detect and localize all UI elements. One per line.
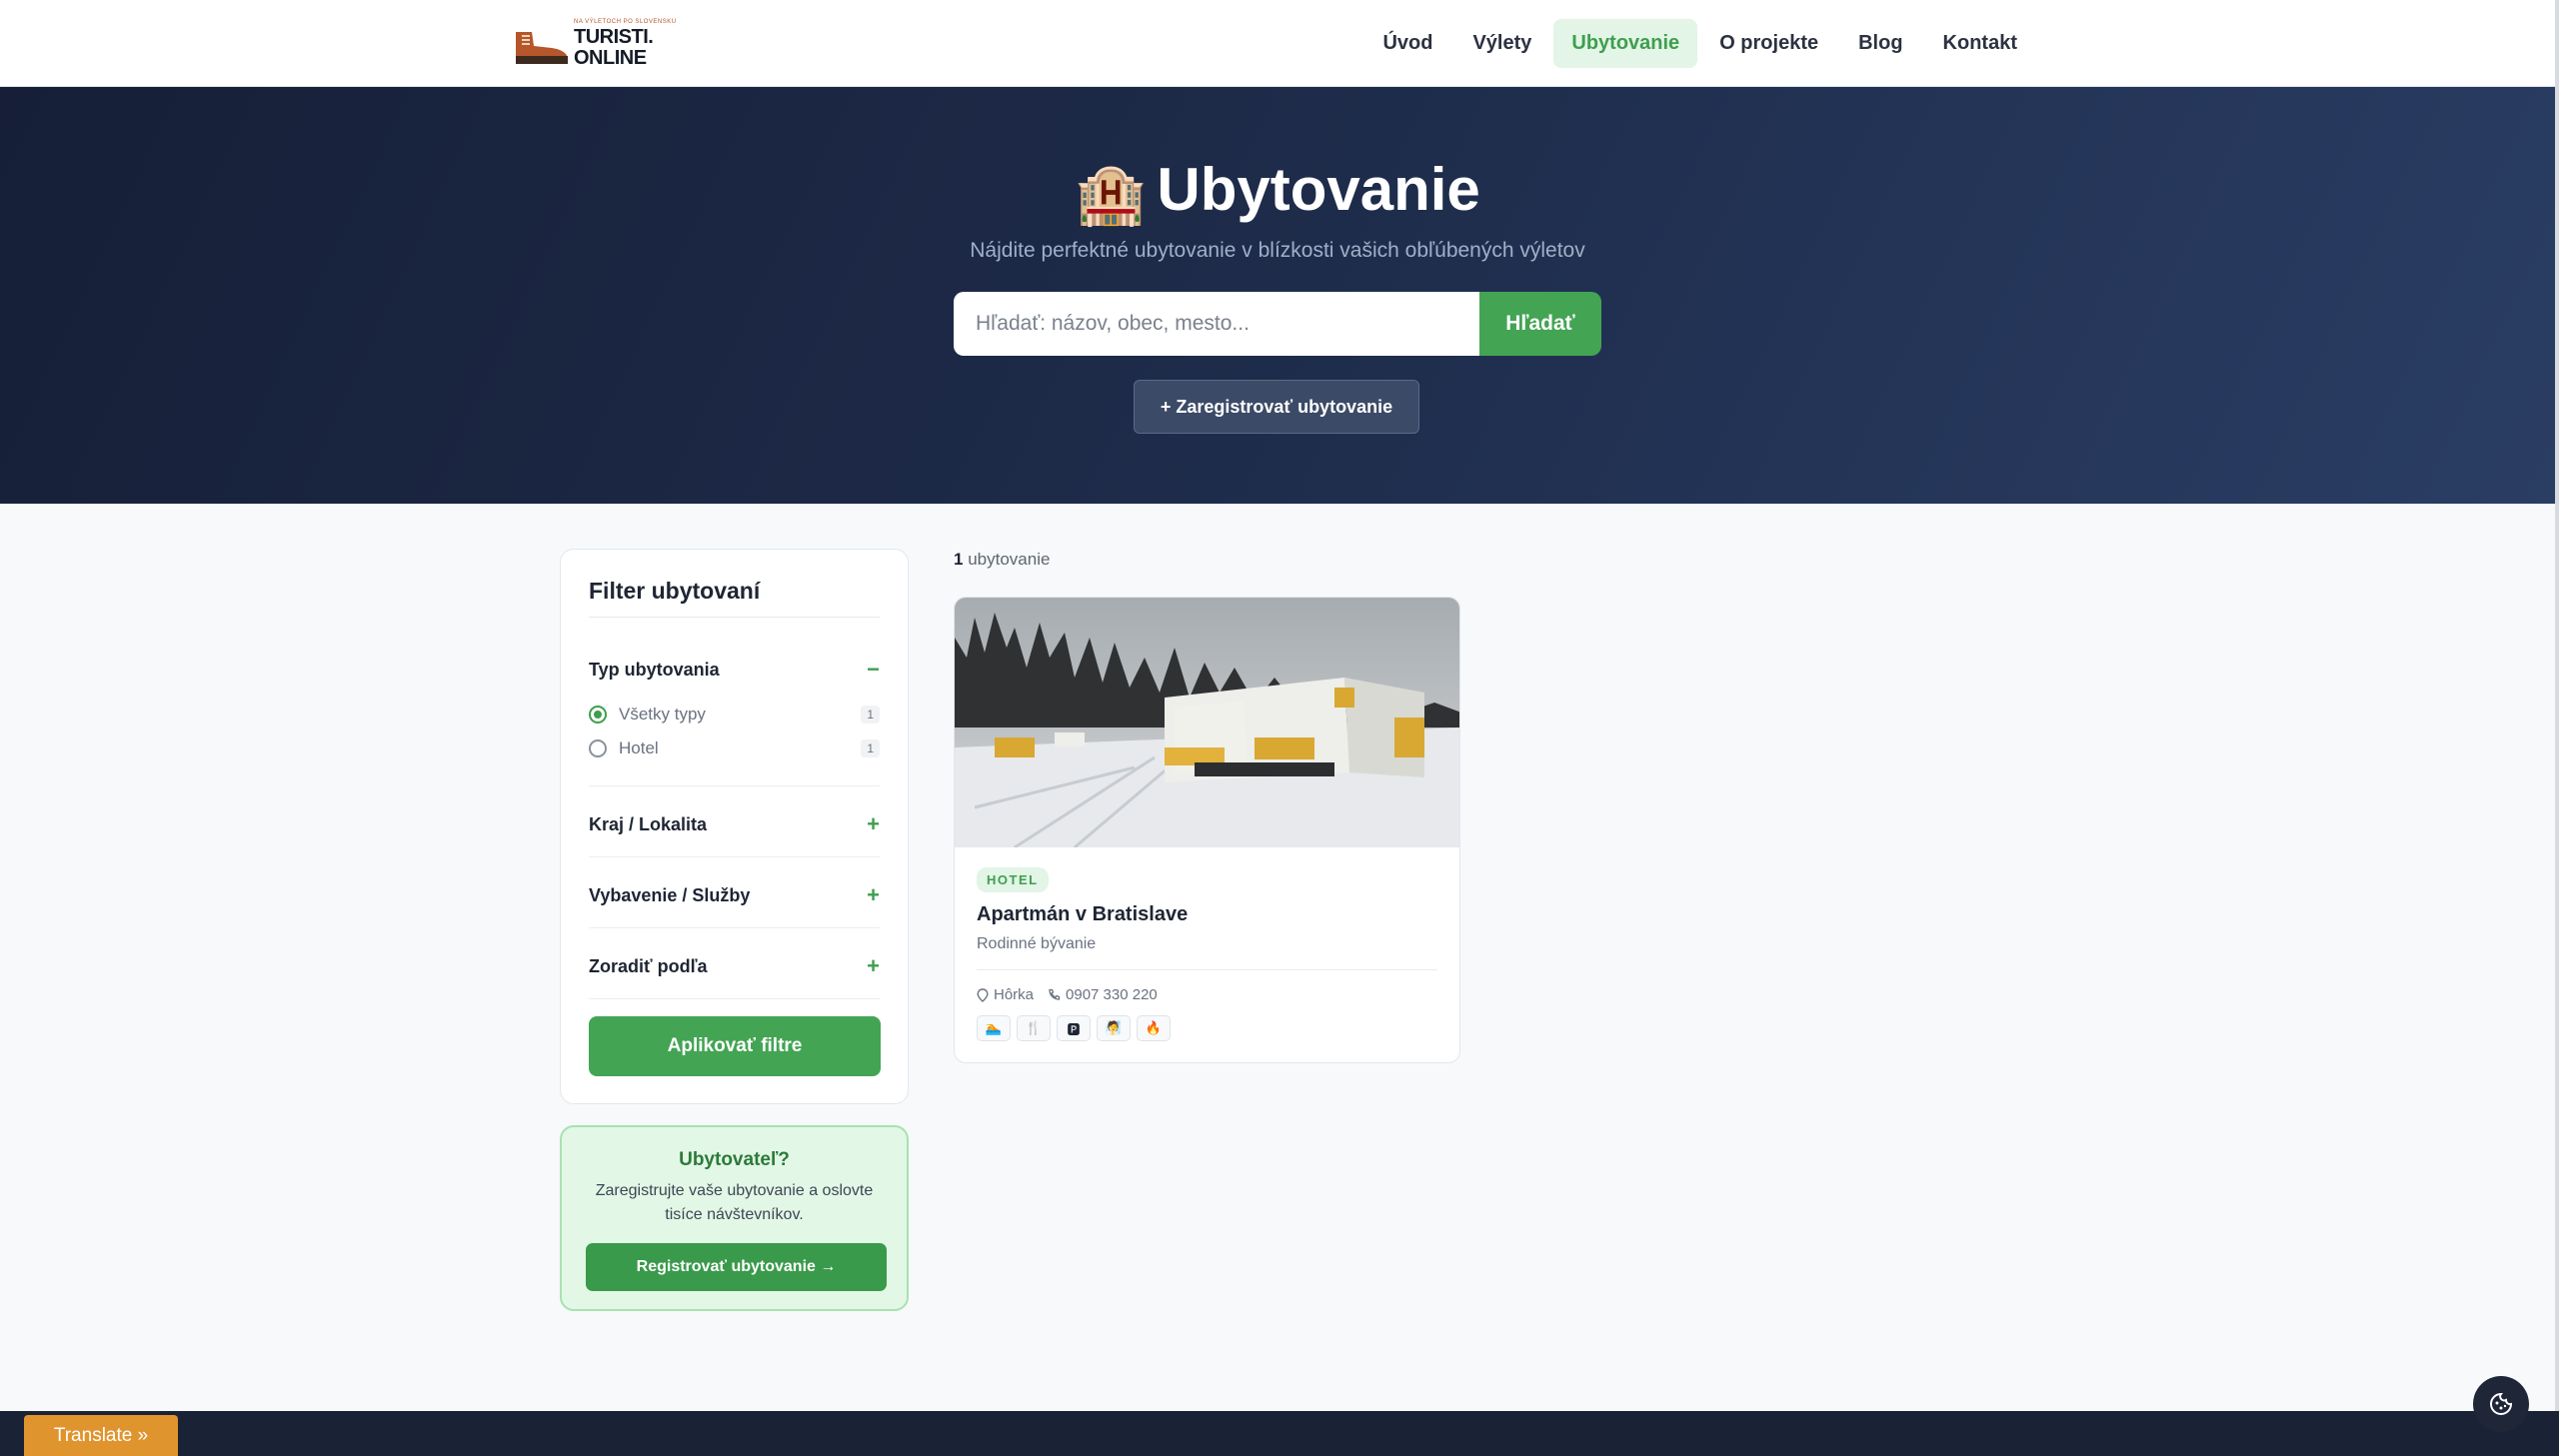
search-bar: Hľadať [954,292,1601,356]
accommodation-photo[interactable] [955,598,1459,847]
divider [589,856,880,857]
amenity-icons: 🏊 🍴 🅿 🧖 🔥 [977,1015,1171,1041]
filter-section-sort[interactable]: Zoradiť podľa + [589,953,880,979]
phone-text: 0907 330 220 [1066,986,1158,1003]
result-count: 1 ubytovanie [954,550,1050,570]
parking-icon: 🅿 [1057,1015,1091,1041]
location-meta: Hôrka [977,986,1034,1003]
divider [589,785,880,786]
filter-section-type[interactable]: Typ ubytovania − [589,657,880,683]
radio-all-types[interactable]: Všetky typy 1 [589,705,880,725]
filter-panel: Filter ubytovaní Typ ubytovania − Všetky… [560,549,909,1104]
cookie-icon [2490,1392,2513,1415]
nav-vylety[interactable]: Výlety [1454,19,1549,68]
filter-title: Filter ubytovaní [589,578,761,604]
top-navigation-bar: NA VÝLETOCH PO SLOVENSKU TURISTI. ONLINE… [0,0,2555,87]
hotel-icon: 🏨 [1075,162,1148,227]
search-input[interactable] [954,292,1479,356]
divider [977,969,1437,970]
pool-icon: 🏊 [977,1015,1011,1041]
sauna-icon: 🧖 [1097,1015,1131,1041]
radio-selected-icon[interactable] [589,706,607,724]
page-title: 🏨 Ubytovanie [0,155,2555,229]
option-label: Všetky typy [619,705,706,724]
phone-meta: 0907 330 220 [1048,986,1158,1003]
hero-section: 🏨 Ubytovanie Nájdite perfektné ubytovanie… [0,87,2555,504]
main-nav: Úvod Výlety Ubytovanie O projekte Blog K… [1364,19,2035,68]
logo-tagline: NA VÝLETOCH PO SLOVENSKU [574,19,677,25]
boot-logo-icon [512,20,570,68]
scrollbar[interactable] [2555,0,2559,1456]
cookie-settings-button[interactable] [2473,1376,2529,1432]
nav-ubytovanie[interactable]: Ubytovanie [1553,19,1698,68]
accommodation-meta: Hôrka 0907 330 220 [977,986,1158,1003]
location-pin-icon [977,987,989,1002]
filter-section-amenities[interactable]: Vybavenie / Služby + [589,882,880,908]
collapse-icon[interactable]: − [867,657,880,683]
radio-hotel[interactable]: Hotel 1 [589,738,880,758]
logo-line-1: TURISTI. [574,26,654,48]
apply-filters-button[interactable]: Aplikovať filtre [589,1016,881,1076]
option-label: Hotel [619,738,659,757]
nav-uvod[interactable]: Úvod [1364,19,1450,68]
divider [589,927,880,928]
expand-icon[interactable]: + [867,882,880,908]
nav-blog[interactable]: Blog [1840,19,1920,68]
location-text: Hôrka [994,986,1035,1003]
nav-kontakt[interactable]: Kontakt [1925,19,2035,68]
expand-icon[interactable]: + [867,953,880,979]
filter-section-amenities-label: Vybavenie / Služby [589,884,751,905]
accommodation-card[interactable]: HOTEL Apartmán v Bratislave Rodinné býva… [954,597,1460,1063]
host-promo-box: Ubytovateľ? Zaregistrujte vaše ubytovani… [560,1125,909,1311]
page-title-text: Ubytovanie [1157,156,1480,223]
register-host-button[interactable]: Registrovať ubytovanie → [586,1243,887,1291]
footer [0,1411,2559,1456]
promo-title: Ubytovateľ? [679,1149,790,1170]
option-count: 1 [861,739,880,757]
register-accommodation-button[interactable]: + Zaregistrovať ubytovanie [1134,380,1419,434]
accommodation-subtitle: Rodinné bývanie [977,935,1097,952]
nav-o-projekte[interactable]: O projekte [1701,19,1836,68]
radio-unselected-icon[interactable] [589,739,607,757]
divider [589,617,880,618]
fireplace-icon: 🔥 [1137,1015,1171,1041]
restaurant-icon: 🍴 [1017,1015,1051,1041]
filter-section-type-label: Typ ubytovania [589,659,720,680]
accommodation-title[interactable]: Apartmán v Bratislave [977,903,1188,926]
phone-icon [1049,988,1061,1000]
page-subtitle: Nájdite perfektné ubytovanie v blízkosti… [970,239,1585,262]
type-badge: HOTEL [977,867,1049,892]
search-button[interactable]: Hľadať [1479,292,1601,356]
expand-icon[interactable]: + [867,811,880,837]
logo-line-2: ONLINE [574,47,647,69]
result-count-label: ubytovanie [963,550,1051,569]
option-count: 1 [861,706,880,724]
filter-section-region[interactable]: Kraj / Lokalita + [589,811,880,837]
translate-button[interactable]: Translate » [24,1415,178,1456]
site-logo[interactable]: NA VÝLETOCH PO SLOVENSKU TURISTI. ONLINE [512,18,677,70]
filter-section-region-label: Kraj / Lokalita [589,813,708,834]
filter-section-sort-label: Zoradiť podľa [589,955,708,976]
divider [589,998,880,999]
promo-text: Zaregistrujte vaše ubytovanie a oslovte … [595,1182,874,1223]
